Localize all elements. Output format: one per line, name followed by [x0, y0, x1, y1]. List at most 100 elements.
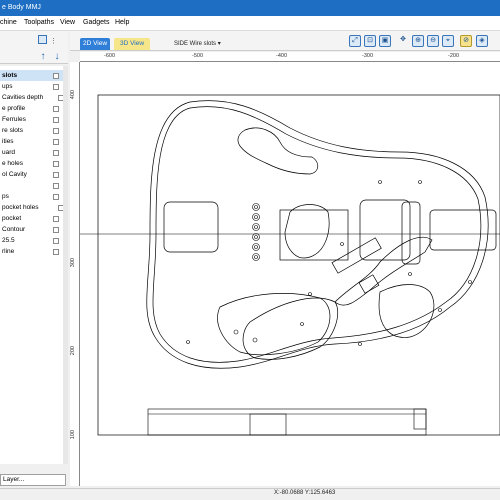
layer-item[interactable]: pocket: [0, 213, 68, 224]
ruler-label: 200: [70, 346, 76, 356]
zoom-box-icon[interactable]: ⤢: [349, 35, 361, 47]
ferrule-hole-inner: [254, 255, 258, 259]
body-outline: [146, 100, 489, 369]
bridge-pickup: [401, 201, 421, 265]
side-profile-notch: [413, 408, 427, 430]
layer-list: slots ups Cavities depth e profile Ferru…: [0, 66, 68, 464]
layer-visibility-checkbox[interactable]: [53, 139, 59, 145]
ruler-label: -400: [276, 53, 288, 59]
screw-hole: [438, 308, 442, 312]
layer-item[interactable]: Contour: [0, 224, 68, 235]
add-layer-button[interactable]: Layer...: [0, 474, 66, 486]
pan-icon[interactable]: ✥: [397, 35, 409, 47]
menu-view[interactable]: View: [60, 19, 75, 26]
screw-hole: [358, 342, 362, 346]
view-options-icon[interactable]: ◈: [476, 35, 488, 47]
layer-visibility-checkbox[interactable]: [53, 227, 59, 233]
layer-visibility-checkbox[interactable]: [53, 106, 59, 112]
zoom-in-icon[interactable]: ⊕: [412, 35, 424, 47]
screw-hole: [300, 322, 304, 326]
layer-visibility-checkbox[interactable]: [53, 150, 59, 156]
layer-item[interactable]: Ferrules: [0, 114, 68, 125]
layer-item[interactable]: 25.5: [0, 235, 68, 246]
ferrule-hole-inner: [254, 225, 258, 229]
layer-item[interactable]: uard: [0, 147, 68, 158]
menu-dots-icon[interactable]: ⋮: [50, 37, 57, 45]
layer-item[interactable]: ups: [0, 81, 68, 92]
layer-list-scrollbar[interactable]: [63, 66, 68, 464]
cursor-coordinates: X:-80.0688 Y:125.6463: [274, 490, 336, 496]
ruler-top: -600 -500 -400 -300 -200: [80, 52, 500, 62]
window-title: e Body MMJ: [2, 4, 41, 11]
ferrule-hole: [252, 213, 260, 221]
layer-visibility-checkbox[interactable]: [53, 73, 59, 79]
ferrule-hole: [252, 223, 260, 231]
zoom-selection-icon[interactable]: ⌖: [442, 35, 454, 47]
control-plate: [217, 293, 331, 356]
bridge-plate: [429, 209, 497, 251]
drawing-canvas[interactable]: [80, 62, 500, 486]
neck-pocket: [279, 209, 349, 261]
tab-2d-view[interactable]: 2D View: [80, 38, 110, 50]
layer-visibility-checkbox[interactable]: [53, 172, 59, 178]
layer-visibility-checkbox[interactable]: [53, 249, 59, 255]
menu-toolpaths[interactable]: Toolpaths: [24, 19, 54, 26]
ruler-label: 300: [70, 258, 76, 268]
layer-item[interactable]: slots: [0, 70, 68, 81]
screw-hole: [418, 180, 422, 184]
layer-visibility-checkbox[interactable]: [53, 161, 59, 167]
screw-hole: [468, 280, 472, 284]
layer-item[interactable]: ities: [0, 136, 68, 147]
move-up-arrow-icon[interactable]: ↑: [38, 51, 48, 63]
menu-help[interactable]: Help: [115, 19, 129, 26]
ruler-label: -500: [192, 53, 204, 59]
ruler-label: -300: [362, 53, 374, 59]
screw-hole: [408, 272, 412, 276]
ferrule-hole: [252, 233, 260, 241]
side-profile: [147, 408, 427, 436]
layer-tool-icon[interactable]: [38, 35, 47, 44]
layer-item[interactable]: ps: [0, 191, 68, 202]
layer-item[interactable]: ol Cavity: [0, 169, 68, 180]
layer-item[interactable]: pocket holes: [0, 202, 68, 213]
ruler-label: 400: [70, 90, 76, 100]
ruler-label: -600: [104, 53, 116, 59]
screw-hole: [378, 180, 382, 184]
zoom-extents-icon[interactable]: ⊡: [364, 35, 376, 47]
menu-machine[interactable]: chine: [0, 19, 17, 26]
status-bar: X:-80.0688 Y:125.6463: [0, 488, 500, 500]
layer-visibility-checkbox[interactable]: [53, 84, 59, 90]
switch-slot: [331, 237, 382, 274]
tab-3d-view[interactable]: 3D View: [114, 38, 150, 50]
chevron-down-icon: ▾: [217, 41, 221, 47]
ferrule-hole: [252, 203, 260, 211]
snap-icon[interactable]: ⊘: [460, 35, 472, 47]
menu-gadgets[interactable]: Gadgets: [83, 19, 109, 26]
layer-item[interactable]: Cavities depth: [0, 92, 68, 103]
layer-visibility-checkbox[interactable]: [53, 238, 59, 244]
layer-item[interactable]: re slots: [0, 125, 68, 136]
layer-visibility-checkbox[interactable]: [53, 183, 59, 189]
ferrule-hole-inner: [254, 245, 258, 249]
ruler-label: -200: [448, 53, 460, 59]
zoom-out-icon[interactable]: ⊖: [427, 35, 439, 47]
layer-visibility-checkbox[interactable]: [53, 128, 59, 134]
layer-item[interactable]: [0, 180, 68, 191]
sheet-selector[interactable]: SIDE Wire slots ▾: [174, 38, 221, 50]
ruler-left: 400 300 200 100: [70, 62, 80, 486]
ruler-label: 100: [70, 430, 76, 440]
move-down-arrow-icon[interactable]: ↓: [52, 51, 62, 63]
layer-toolbar: ⋮ ↑ ↓: [0, 31, 68, 64]
layer-visibility-checkbox[interactable]: [53, 117, 59, 123]
layer-item[interactable]: rline: [0, 246, 68, 257]
ferrule-hole-inner: [254, 215, 258, 219]
layer-visibility-checkbox[interactable]: [53, 216, 59, 222]
screw-hole: [340, 242, 344, 246]
layer-item[interactable]: e holes: [0, 158, 68, 169]
ferrule-hole-inner: [254, 205, 258, 209]
zoom-fit-icon[interactable]: ▣: [379, 35, 391, 47]
side-profile-slot: [249, 413, 287, 436]
layer-item[interactable]: e profile: [0, 103, 68, 114]
layer-visibility-checkbox[interactable]: [53, 194, 59, 200]
screw-hole: [186, 340, 190, 344]
